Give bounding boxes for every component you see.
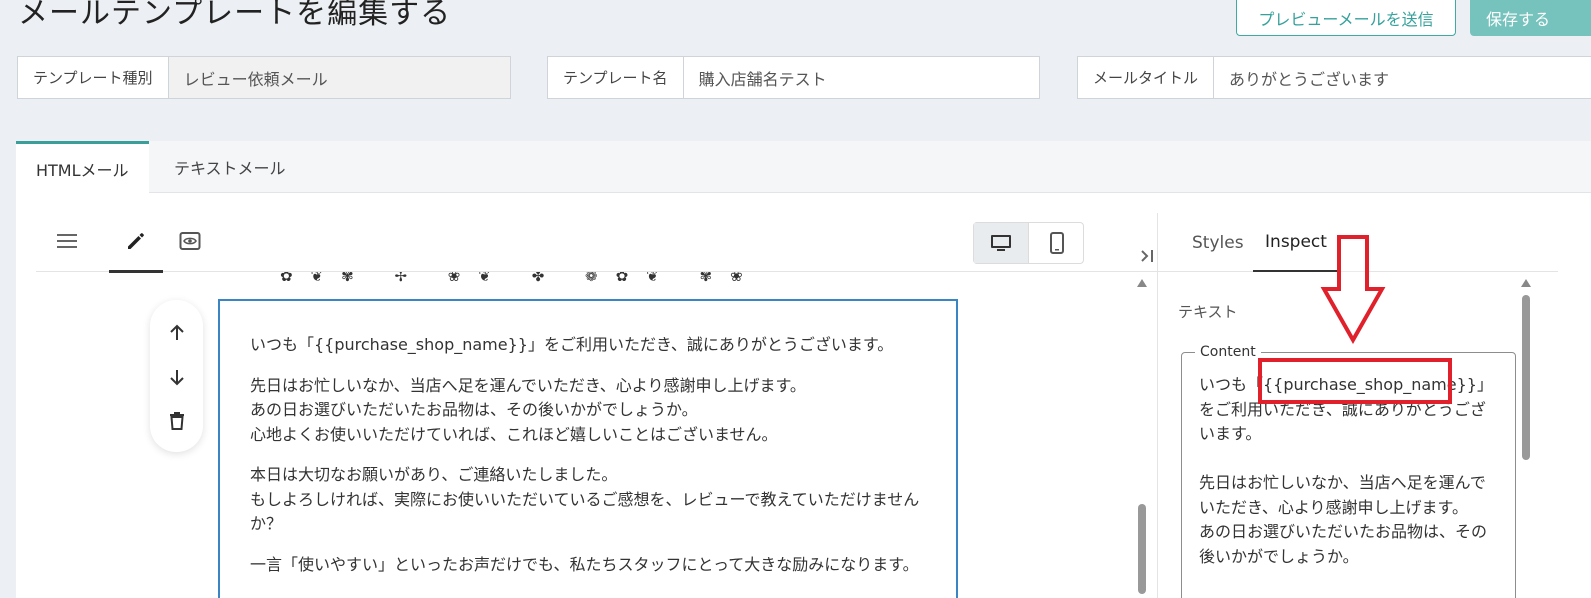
mail-title-field[interactable]: メールタイトル ありがとうございます [1077,56,1591,99]
pencil-icon[interactable] [116,221,156,261]
tab-text-mail[interactable]: テキストメール [174,141,286,193]
mail-title-label: メールタイトル [1078,57,1215,98]
scroll-up-arrow-icon[interactable] [1137,279,1147,287]
block-toolbar [150,300,203,452]
content-legend: Content [1195,344,1261,360]
arrow-up-icon[interactable] [164,320,190,346]
mail-title-input[interactable]: ありがとうございます [1214,57,1591,98]
template-name-label: テンプレート名 [548,57,684,98]
mail-type-tabs: HTMLメール テキストメール [16,141,1591,193]
trash-icon[interactable] [164,408,190,434]
editor-toolbar [36,213,1158,273]
section-label-text: テキスト [1178,303,1238,321]
hamburger-icon[interactable] [47,221,87,261]
content-paragraph-3: 本日は大切なお願いがあり、ご連絡いたしました。 もしよろしければ、実際にお使いい… [250,465,920,533]
editor-canvas[interactable]: ✿❦✾ ✢ ❀❦ ✤ ❁✿❦ ✾❀ いつも「{{purchase_shop_na… [36,272,1146,598]
arrow-down-icon[interactable] [164,364,190,390]
save-button[interactable]: 保存する [1470,0,1591,36]
template-name-input[interactable]: 購入店舗名テスト [684,57,1039,98]
panel-scrollbar[interactable] [1520,279,1532,598]
eye-icon[interactable] [170,221,210,261]
panel-scroll-up-arrow-icon[interactable] [1521,279,1531,287]
phone-icon[interactable] [1030,223,1084,263]
annotation-highlight-box [1258,358,1452,404]
template-type-field: テンプレート種別 レビュー依頼メール [17,56,511,99]
template-type-label: テンプレート種別 [18,57,169,98]
content-paragraph-4: 一言「使いやすい」といったお声だけでも、私たちスタッフにとって大きな励みになりま… [250,554,919,574]
decorative-image-strip: ✿❦✾ ✢ ❀❦ ✤ ❁✿❦ ✾❀ [280,272,761,285]
tab-html-mail[interactable]: HTMLメール [16,141,149,193]
canvas-scrollbar[interactable] [1136,279,1148,598]
content-paragraph-2: 先日はお忙しいなか、当店へ足を運んでいただき、心より感謝申し上げます。 あの日お… [250,375,806,444]
tab-styles[interactable]: Styles [1192,213,1244,272]
content-paragraph-1: いつも「{{purchase_shop_name}}」をご利用いただき、誠にあり… [250,335,894,354]
annotation-down-arrow-icon [1320,235,1386,344]
selected-text-block[interactable]: いつも「{{purchase_shop_name}}」をご利用いただき、誠にあり… [218,299,958,598]
monitor-icon[interactable] [974,223,1029,263]
canvas-scroll-thumb[interactable] [1138,504,1146,594]
template-type-value: レビュー依頼メール [168,57,510,98]
template-name-field[interactable]: テンプレート名 購入店舗名テスト [547,56,1040,99]
page-title: メールテンプレートを編集する [18,0,452,31]
panel-scroll-thumb[interactable] [1522,295,1530,460]
device-switcher [973,222,1084,264]
send-preview-button[interactable]: プレビューメールを送信 [1236,0,1456,36]
